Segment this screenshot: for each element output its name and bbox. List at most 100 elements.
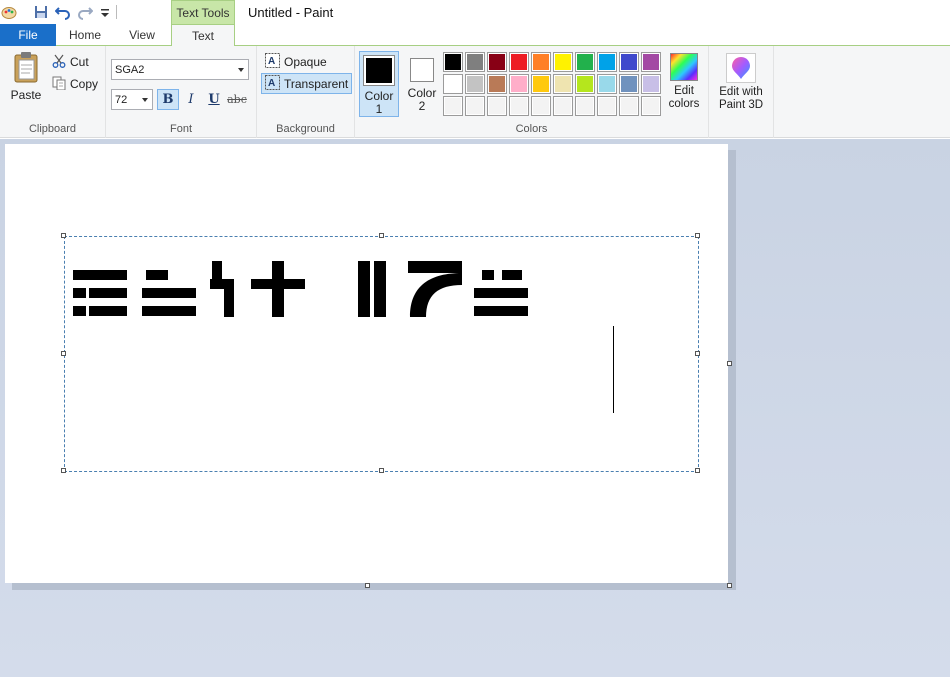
palette-swatch-fill — [599, 54, 615, 70]
canvas-resize-handle[interactable] — [727, 361, 732, 366]
palette-swatch[interactable] — [619, 96, 639, 116]
textbox-resize-handle[interactable] — [695, 233, 700, 238]
color1-swatch — [363, 55, 395, 86]
palette-swatch[interactable] — [465, 74, 485, 94]
cut-label: Cut — [70, 55, 89, 69]
palette-swatch[interactable] — [641, 96, 661, 116]
palette-swatch-fill — [445, 76, 461, 92]
palette-swatch[interactable] — [619, 52, 639, 72]
palette-swatch[interactable] — [597, 74, 617, 94]
palette-swatch-fill — [577, 54, 593, 70]
palette-swatch-fill — [555, 76, 571, 92]
palette-swatch[interactable] — [509, 52, 529, 72]
color1-label: Color 1 — [364, 89, 394, 116]
palette-swatch[interactable] — [575, 52, 595, 72]
textbox-resize-handle[interactable] — [61, 468, 66, 473]
palette-swatch[interactable] — [509, 74, 529, 94]
edit-with-paint3d-button[interactable]: Edit with Paint 3D — [713, 53, 769, 119]
palette-swatch[interactable] — [531, 52, 551, 72]
edit-colors-button[interactable]: Edit colors — [665, 53, 703, 117]
palette-swatch[interactable] — [575, 74, 595, 94]
palette-swatch-fill — [467, 98, 483, 114]
font-size-dropdown[interactable]: 72 — [111, 89, 153, 110]
textbox-resize-handle[interactable] — [379, 233, 384, 238]
canvas-resize-handle[interactable] — [365, 583, 370, 588]
opaque-button[interactable]: A Opaque — [262, 52, 330, 72]
palette-swatch-fill — [599, 76, 615, 92]
palette-swatch[interactable] — [597, 96, 617, 116]
textbox-resize-handle[interactable] — [379, 468, 384, 473]
workspace: SGA2 — [0, 139, 950, 677]
palette-swatch[interactable] — [619, 74, 639, 94]
edit-with-paint3d-label: Edit with Paint 3D — [718, 86, 764, 111]
palette-swatch[interactable] — [575, 96, 595, 116]
cut-button[interactable]: Cut — [52, 54, 89, 70]
text-box[interactable]: SGA2 — [64, 236, 699, 472]
glyph — [358, 261, 386, 317]
palette-swatch[interactable] — [509, 96, 529, 116]
paste-button[interactable]: Paste — [5, 51, 47, 105]
color2-swatch — [410, 58, 434, 82]
tab-home[interactable]: Home — [56, 24, 114, 46]
glyph — [210, 261, 234, 317]
strikethrough-button[interactable]: abc — [226, 89, 248, 110]
textbox-resize-handle[interactable] — [695, 351, 700, 356]
palette-swatch[interactable] — [465, 96, 485, 116]
palette-swatch[interactable] — [443, 74, 463, 94]
canvas[interactable]: SGA2 — [5, 144, 728, 583]
customize-icon[interactable] — [96, 3, 114, 21]
color1-button[interactable]: Color 1 — [359, 51, 399, 117]
palette-swatch[interactable] — [443, 96, 463, 116]
canvas-resize-handle[interactable] — [727, 583, 732, 588]
palette-swatch[interactable] — [487, 96, 507, 116]
undo-icon[interactable] — [54, 3, 72, 21]
text-caret — [613, 326, 614, 413]
palette-swatch[interactable] — [531, 96, 551, 116]
palette-swatch[interactable] — [553, 74, 573, 94]
italic-button[interactable]: I — [180, 89, 202, 110]
font-group: SGA2 72 B I U abc Font — [106, 46, 257, 138]
palette-swatch-fill — [555, 54, 571, 70]
transparent-button[interactable]: A Transparent — [261, 73, 353, 94]
palette-swatch-fill — [511, 76, 527, 92]
paint-logo-icon[interactable] — [0, 3, 18, 21]
copy-button[interactable]: Copy — [52, 76, 98, 92]
palette-swatch-fill — [533, 54, 549, 70]
glyph — [251, 261, 305, 317]
copy-icon — [52, 76, 66, 93]
palette-swatch-fill — [577, 98, 593, 114]
sga-text-glyphs — [73, 261, 528, 317]
color2-button[interactable]: Color 2 — [403, 51, 441, 117]
save-icon[interactable] — [32, 3, 50, 21]
palette-swatch[interactable] — [553, 96, 573, 116]
textbox-resize-handle[interactable] — [61, 233, 66, 238]
palette-swatch-fill — [533, 98, 549, 114]
opaque-icon: A — [265, 53, 280, 71]
palette-swatch[interactable] — [487, 52, 507, 72]
underline-button[interactable]: U — [203, 89, 225, 110]
palette-swatch[interactable] — [487, 74, 507, 94]
palette-swatch[interactable] — [641, 74, 661, 94]
palette-swatch-fill — [467, 54, 483, 70]
palette-swatch[interactable] — [465, 52, 485, 72]
background-group-label: Background — [276, 123, 335, 135]
palette-swatch-fill — [445, 98, 461, 114]
palette-swatch-fill — [577, 76, 593, 92]
palette-swatch[interactable] — [531, 74, 551, 94]
transparent-label: Transparent — [284, 76, 349, 91]
textbox-resize-handle[interactable] — [695, 468, 700, 473]
tab-view[interactable]: View — [114, 24, 170, 46]
tab-text[interactable]: Text — [171, 24, 235, 47]
palette-swatch[interactable] — [443, 52, 463, 72]
bold-button[interactable]: B — [157, 89, 179, 110]
palette-swatch[interactable] — [641, 52, 661, 72]
redo-icon[interactable] — [76, 3, 94, 21]
palette-swatch-fill — [489, 76, 505, 92]
textbox-resize-handle[interactable] — [61, 351, 66, 356]
palette-swatch[interactable] — [597, 52, 617, 72]
glyph — [408, 261, 462, 317]
svg-text:A: A — [268, 78, 275, 89]
palette-swatch[interactable] — [553, 52, 573, 72]
font-family-dropdown[interactable]: SGA2 — [111, 59, 249, 80]
tab-file[interactable]: File — [0, 24, 56, 46]
